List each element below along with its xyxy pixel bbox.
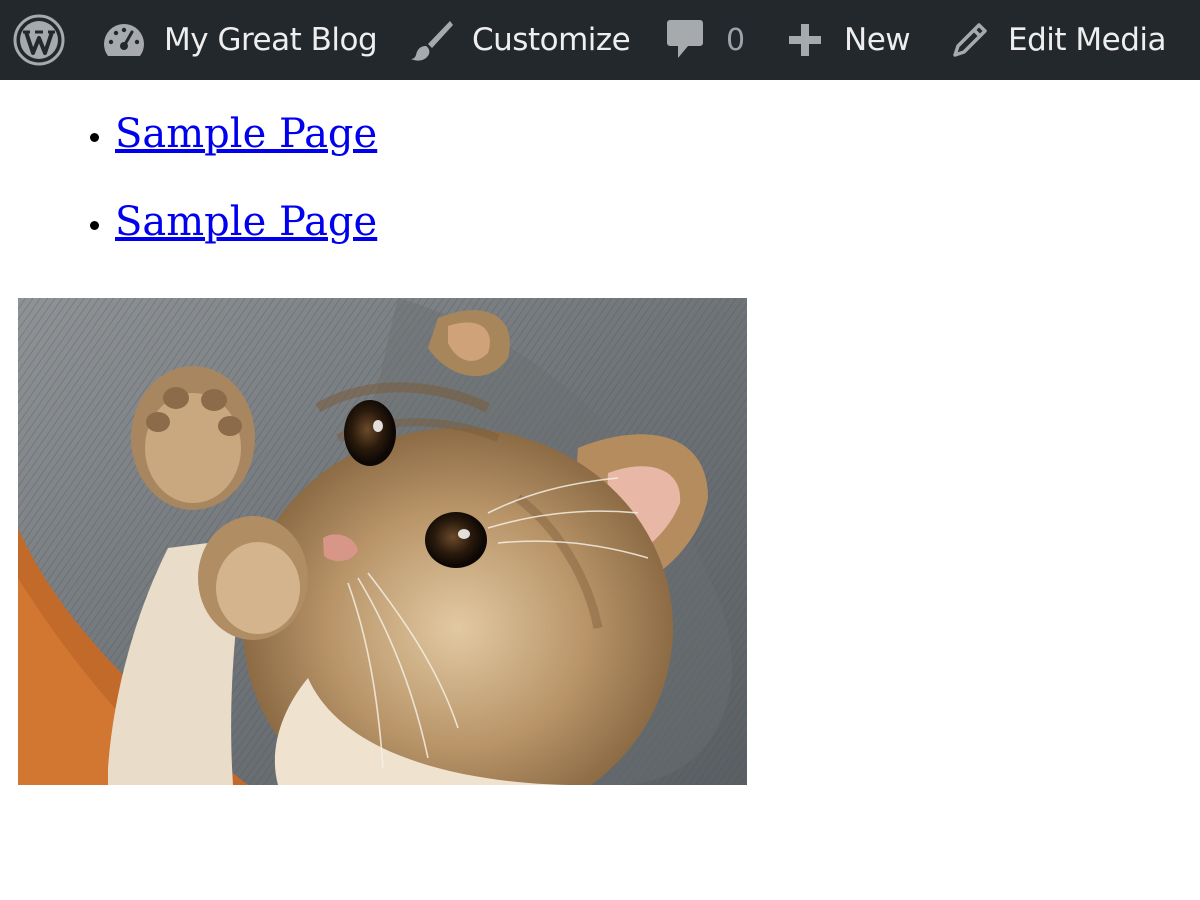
wordpress-icon bbox=[13, 14, 65, 66]
edit-media-label: Edit Media bbox=[1008, 22, 1167, 58]
pencil-icon bbox=[953, 23, 987, 57]
customize-button[interactable]: Customize bbox=[410, 0, 631, 80]
admin-bar: My Great Blog Customize 0 New Edit Media bbox=[0, 0, 1200, 80]
new-content-label: New bbox=[844, 22, 911, 58]
comment-icon bbox=[667, 20, 703, 58]
site-name-label: My Great Blog bbox=[164, 22, 378, 58]
new-content-button[interactable]: New bbox=[788, 0, 911, 80]
page-list-item: Sample Page bbox=[115, 110, 377, 158]
page-list: Sample Page Sample Page bbox=[0, 110, 377, 286]
customize-label: Customize bbox=[472, 22, 631, 58]
paintbrush-icon bbox=[411, 21, 453, 61]
edit-media-button[interactable]: Edit Media bbox=[952, 0, 1167, 80]
site-name-menu[interactable]: My Great Blog bbox=[102, 0, 378, 80]
dashboard-icon bbox=[104, 24, 144, 56]
kitten-photo bbox=[18, 298, 747, 785]
sample-page-link[interactable]: Sample Page bbox=[115, 199, 377, 245]
page-list-item: Sample Page bbox=[115, 198, 377, 246]
wordpress-logo-button[interactable] bbox=[12, 0, 66, 80]
sample-page-link[interactable]: Sample Page bbox=[115, 111, 377, 157]
plus-icon bbox=[789, 24, 821, 56]
comments-count: 0 bbox=[726, 22, 746, 58]
comments-button[interactable]: 0 bbox=[666, 0, 745, 80]
